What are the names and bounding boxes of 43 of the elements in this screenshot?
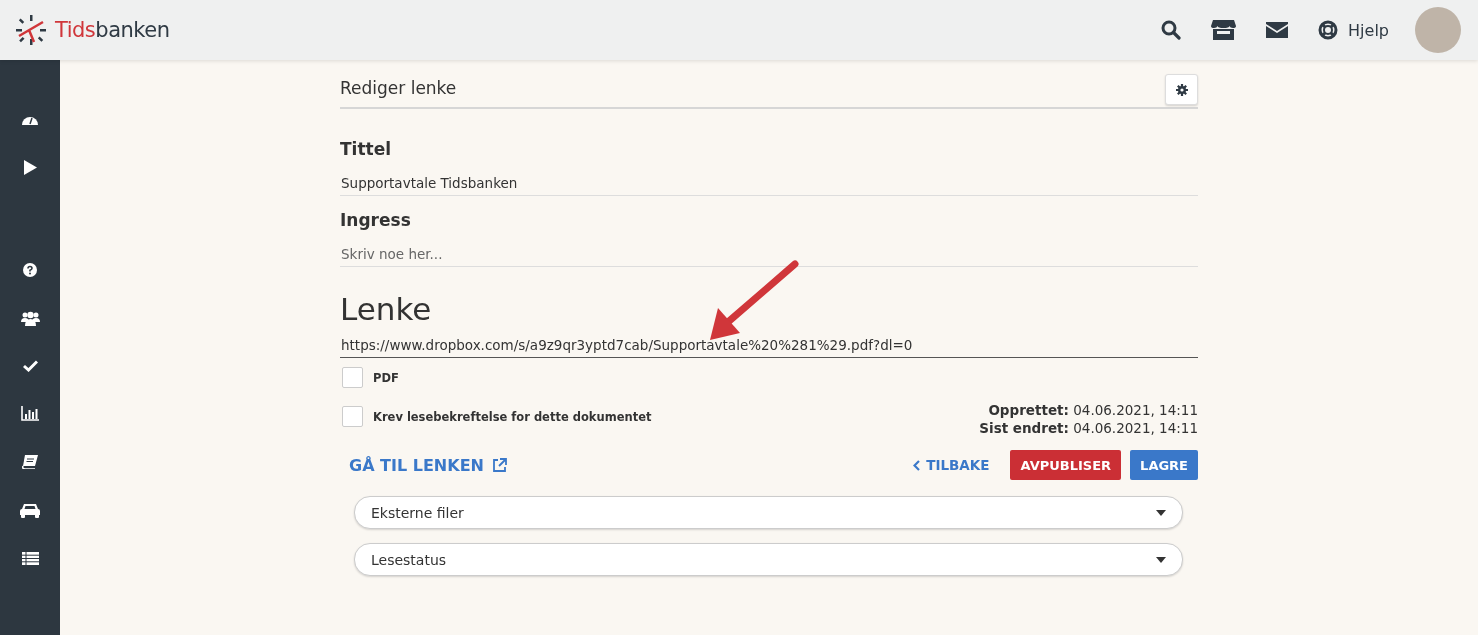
store-icon[interactable]: [1211, 20, 1237, 40]
chevron-left-icon: [913, 459, 921, 471]
dropdown-label: Eksterne filer: [371, 504, 464, 521]
external-link-icon: [491, 457, 507, 473]
checkmark-icon[interactable]: [22, 360, 38, 372]
settings-button[interactable]: [1165, 74, 1198, 105]
book-icon[interactable]: [22, 455, 38, 469]
go-to-link[interactable]: GÅ TIL LENKEN: [349, 455, 507, 475]
caret-down-icon: [1156, 556, 1166, 563]
speedometer-icon[interactable]: [22, 114, 38, 126]
users-icon[interactable]: [20, 311, 40, 326]
dropdown-label: Lesestatus: [371, 551, 447, 568]
search-icon[interactable]: [1161, 20, 1182, 40]
page-title: Rediger lenke: [340, 77, 457, 98]
save-button[interactable]: LAGRE: [1130, 450, 1198, 480]
lifebuoy-icon: [1318, 20, 1339, 40]
text-field[interactable]: Supportavtale Tidsbanken: [340, 159, 1198, 196]
unpublish-button[interactable]: AVPUBLISER: [1010, 450, 1122, 480]
bar-chart-icon[interactable]: [21, 406, 39, 421]
logo-text[interactable]: Tidsbanken: [55, 18, 170, 42]
caret-down-icon: [1156, 509, 1166, 516]
clock-logo-icon: [15, 14, 47, 46]
link-label: Lenke: [340, 291, 433, 327]
checkbox[interactable]: [342, 406, 363, 427]
field-label: Tittel: [340, 139, 393, 159]
timestamp-text: Opprettet: 04.06.2021, 14:11: [988, 402, 1198, 418]
checkbox-label[interactable]: PDF: [373, 370, 399, 385]
url-field[interactable]: https://www.dropbox.com/s/a9z9qr3yptd7cab/Supportavtale%20%281%29.pdf?dl=0: [340, 327, 1198, 358]
car-icon[interactable]: [20, 503, 40, 518]
list-icon[interactable]: [21, 552, 39, 565]
help-link[interactable]: Hjelp: [1318, 20, 1389, 40]
text-field[interactable]: Skriv noe her...: [340, 230, 1198, 267]
mail-icon[interactable]: [1266, 22, 1289, 38]
checkbox-label[interactable]: Krev lesebekreftelse for dette dokumentet: [373, 409, 652, 424]
field-label: Ingress: [340, 210, 412, 230]
dropdown[interactable]: Eksterne filer: [354, 496, 1183, 529]
back-link[interactable]: TILBAKE: [913, 457, 990, 473]
gear-icon: [1175, 83, 1188, 96]
play-icon[interactable]: [23, 160, 37, 175]
dropdown[interactable]: Lesestatus: [354, 543, 1183, 576]
timestamp-text: Sist endret: 04.06.2021, 14:11: [979, 420, 1198, 436]
question-icon[interactable]: [23, 263, 37, 277]
checkbox[interactable]: [342, 367, 363, 388]
